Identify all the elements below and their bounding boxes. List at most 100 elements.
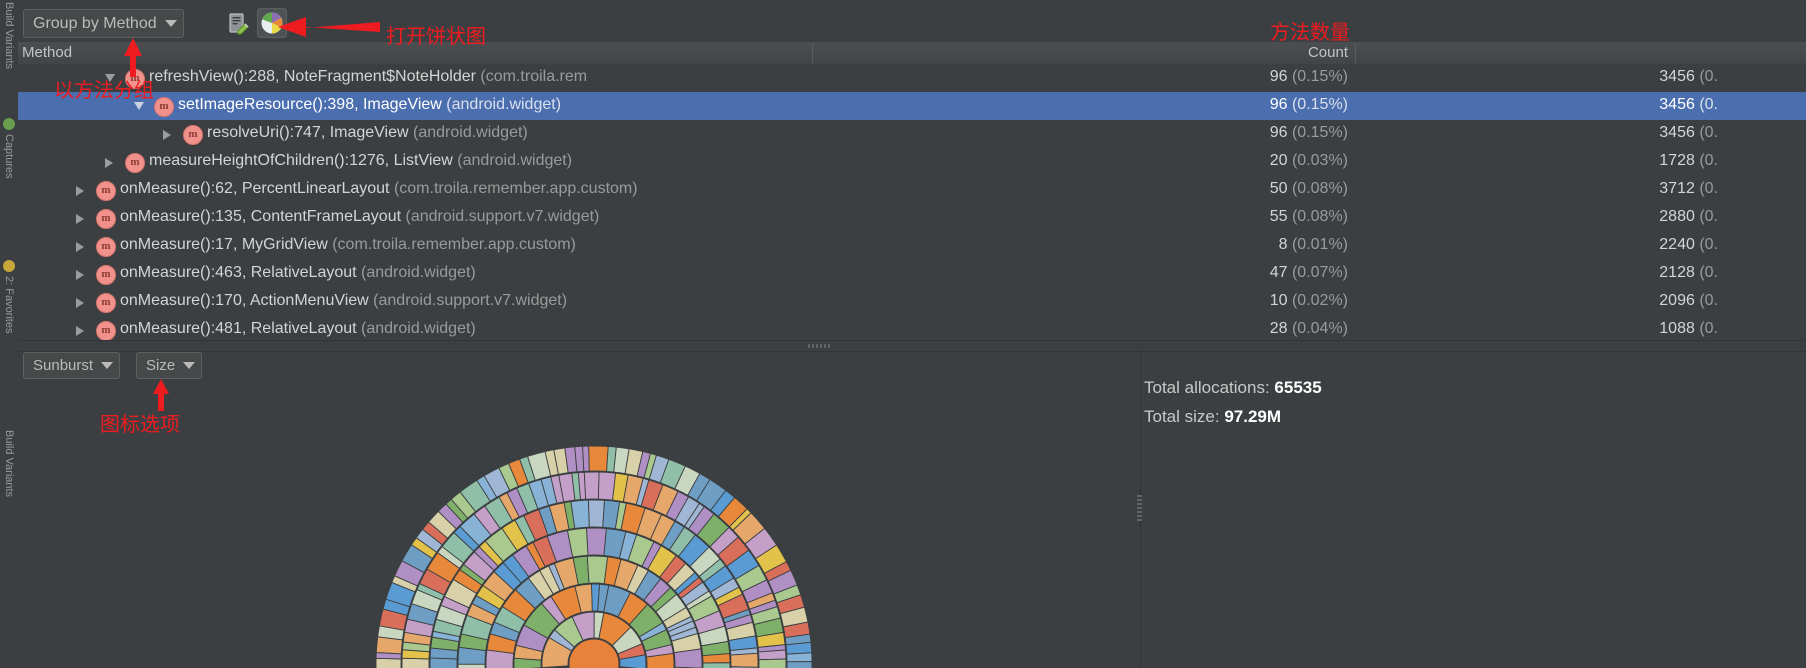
count-value: 96 — [1269, 96, 1288, 113]
cell-size: 2128 (0. — [1318, 264, 1718, 282]
sunburst-segment[interactable] — [588, 445, 609, 472]
cell-size: 1728 (0. — [1318, 152, 1718, 170]
sunburst-segment[interactable] — [429, 657, 458, 668]
size-percent: (0. — [1694, 320, 1718, 337]
count-value: 10 — [1269, 292, 1288, 309]
cell-size: 3712 (0. — [1318, 180, 1718, 198]
method-icon: m — [125, 69, 145, 89]
table-row[interactable]: m onMeasure():17, MyGridView (com.troila.… — [18, 232, 1806, 260]
chart-type-dropdown[interactable]: Sunburst — [23, 352, 121, 379]
size-percent: (0. — [1694, 68, 1718, 85]
table-row[interactable]: m onMeasure():481, RelativeLayout (androi… — [18, 316, 1806, 340]
column-divider-2[interactable] — [1355, 43, 1356, 63]
sunburst-segment[interactable] — [758, 658, 787, 668]
cell-count: 55 (0.08%) — [1018, 208, 1348, 226]
table-row[interactable]: m resolveUri():747, ImageView (android.wi… — [18, 120, 1806, 148]
sunburst-segment[interactable] — [375, 657, 402, 668]
chevron-right-icon[interactable] — [163, 130, 171, 140]
method-package: (android.widget) — [356, 320, 476, 337]
chevron-right-icon[interactable] — [105, 158, 113, 168]
method-package: (android.support.v7.widget) — [401, 208, 600, 225]
table-row[interactable]: m onMeasure():463, RelativeLayout (androi… — [18, 260, 1806, 288]
sunburst-segment[interactable] — [702, 653, 731, 664]
sunburst-segment[interactable] — [673, 648, 703, 668]
chevron-right-icon[interactable] — [76, 242, 84, 252]
tree-column-header: Method Count — [18, 42, 1806, 65]
sunburst-segment[interactable] — [587, 499, 605, 528]
sunburst-segment[interactable] — [785, 641, 813, 655]
chevron-right-icon[interactable] — [76, 270, 84, 280]
count-value: 20 — [1269, 152, 1288, 169]
size-value: 2240 — [1659, 236, 1695, 253]
group-by-label: Group by Method — [33, 14, 157, 32]
sunburst-chart[interactable] — [18, 382, 1140, 668]
size-percent: (0. — [1694, 124, 1718, 141]
sunburst-segment[interactable] — [570, 499, 590, 529]
cell-size: 1088 (0. — [1318, 320, 1718, 338]
group-by-dropdown[interactable]: Group by Method — [23, 9, 184, 38]
sunburst-chart-area[interactable] — [18, 382, 1140, 668]
sunburst-segment[interactable] — [457, 663, 486, 668]
favorites-icon — [3, 260, 15, 272]
chevron-right-icon[interactable] — [76, 298, 84, 308]
cell-size: 3456 (0. — [1318, 68, 1718, 86]
method-icon: m — [154, 97, 174, 117]
sidebar-item-build-variants[interactable]: Build Variants — [0, 2, 18, 69]
sunburst-segment[interactable] — [786, 661, 813, 668]
count-value: 8 — [1278, 236, 1288, 253]
total-allocations-value: 65535 — [1274, 378, 1322, 397]
chevron-right-icon[interactable] — [76, 186, 84, 196]
column-header-count[interactable]: Count — [1143, 44, 1348, 61]
sidebar-item-build-variants-lower[interactable]: Build Variants — [0, 430, 18, 497]
table-row[interactable]: m refreshView():288, NoteFragment$NoteHol… — [18, 64, 1806, 92]
count-value: 47 — [1269, 264, 1288, 281]
table-row[interactable]: m onMeasure():62, PercentLinearLayout (co… — [18, 176, 1806, 204]
sidebar-item-captures[interactable]: Captures — [0, 134, 18, 179]
horizontal-splitter[interactable] — [18, 340, 1806, 352]
column-divider-1[interactable] — [812, 43, 813, 63]
cell-count: 10 (0.02%) — [1018, 292, 1348, 310]
sunburst-segment[interactable] — [758, 649, 787, 661]
size-value: 1088 — [1659, 320, 1695, 337]
table-row[interactable]: m measureHeightOfChildren():1276, ListVie… — [18, 148, 1806, 176]
method-package: (android.widget) — [452, 152, 573, 169]
chevron-right-icon[interactable] — [76, 214, 84, 224]
cell-count: 96 (0.15%) — [1018, 96, 1348, 114]
size-percent: (0. — [1694, 292, 1718, 309]
cell-size: 2096 (0. — [1318, 292, 1718, 310]
export-button[interactable] — [223, 9, 253, 39]
chevron-down-icon[interactable] — [134, 102, 144, 110]
method-label: onMeasure():62, PercentLinearLayout (com… — [120, 180, 638, 198]
sunburst-segment[interactable] — [786, 652, 813, 663]
sunburst-segment[interactable] — [583, 471, 600, 500]
vertical-splitter-grip-icon[interactable] — [1137, 495, 1142, 521]
count-value: 28 — [1269, 320, 1288, 337]
column-header-method[interactable]: Method — [22, 44, 72, 61]
chevron-right-icon[interactable] — [76, 326, 84, 336]
cell-size: 3456 (0. — [1318, 124, 1718, 142]
table-row[interactable]: m setImageResource():398, ImageView (andr… — [18, 92, 1806, 120]
sunburst-segment[interactable] — [702, 662, 731, 668]
sunburst-segment[interactable] — [586, 527, 607, 556]
cell-size: 2880 (0. — [1318, 208, 1718, 226]
table-row[interactable]: m onMeasure():170, ActionMenuView (androi… — [18, 288, 1806, 316]
sunburst-segment[interactable] — [401, 657, 430, 668]
size-percent: (0. — [1694, 96, 1718, 113]
table-row[interactable]: m onMeasure():135, ContentFrameLayout (an… — [18, 204, 1806, 232]
pie-chart-toggle-button[interactable] — [257, 8, 287, 38]
sidebar-item-favorites[interactable]: 2: Favorites — [0, 276, 18, 333]
cell-count: 8 (0.01%) — [1018, 236, 1348, 254]
method-icon: m — [125, 153, 145, 173]
method-package: (android.support.v7.widget) — [368, 292, 568, 309]
method-signature: onMeasure():463, RelativeLayout — [120, 264, 357, 281]
pie-chart-icon — [261, 12, 283, 34]
chevron-down-icon[interactable] — [105, 74, 115, 82]
metric-dropdown[interactable]: Size — [136, 352, 203, 379]
allocation-method-tree[interactable]: m refreshView():288, NoteFragment$NoteHol… — [18, 64, 1806, 340]
cell-size: 2240 (0. — [1318, 236, 1718, 254]
sunburst-segment[interactable] — [582, 445, 590, 472]
cell-count: 47 (0.07%) — [1018, 264, 1348, 282]
method-label: onMeasure():170, ActionMenuView (android… — [120, 292, 567, 310]
sunburst-segment[interactable] — [730, 652, 759, 668]
method-package: (com.troila.rem — [475, 68, 588, 85]
